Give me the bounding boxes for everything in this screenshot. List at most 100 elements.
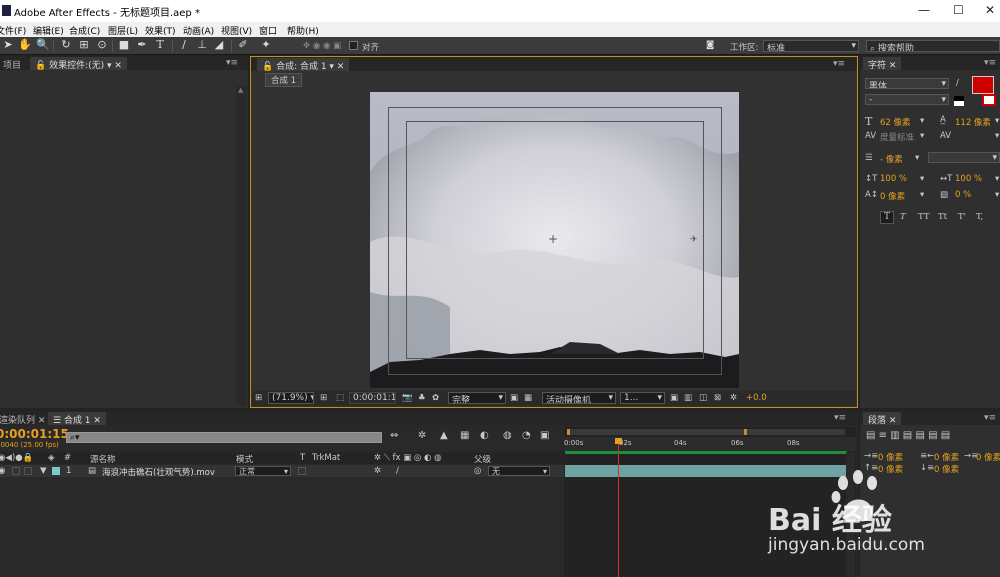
label-color-swatch[interactable]: [52, 467, 60, 475]
motion-blur-icon[interactable]: ◐: [480, 430, 489, 441]
panel-menu-icon[interactable]: ▾≡: [984, 413, 996, 423]
subscript-button[interactable]: T,: [976, 212, 983, 222]
timeline-timecode[interactable]: 0:00:01:15: [0, 427, 69, 441]
resolution-select[interactable]: 完整 ▾: [448, 392, 506, 404]
source-name-header[interactable]: 源名称: [90, 453, 116, 465]
shy-switch-icon[interactable]: ✲: [374, 466, 381, 476]
font-size-value[interactable]: 62 像素: [880, 116, 911, 128]
panel-menu-icon[interactable]: ▾≡: [226, 58, 238, 68]
menu-layer[interactable]: 图层(L): [108, 24, 138, 37]
exposure-value[interactable]: +0.0: [746, 393, 767, 403]
toggle-pixel-icon[interactable]: ▣: [670, 393, 678, 403]
leading-value[interactable]: 112 像素: [955, 116, 991, 128]
timeline-icon[interactable]: ◫: [699, 393, 707, 403]
stroke-order-select[interactable]: ▾: [928, 152, 1000, 163]
current-time-display[interactable]: 0:00:01:15: [349, 392, 396, 404]
transparency-grid-icon[interactable]: ▦: [524, 393, 532, 403]
superscript-button[interactable]: T': [958, 212, 966, 222]
layer-name[interactable]: 海浪冲击礁石(壮观气势).mov: [102, 466, 215, 478]
small-caps-button[interactable]: Tt: [938, 212, 947, 222]
comp-mini-flowchart-icon[interactable]: ⇔: [390, 430, 398, 441]
zoom-select[interactable]: (71.9%) ▾: [268, 392, 314, 404]
pan-behind-tool-icon[interactable]: ⊙: [96, 39, 108, 51]
parent-header[interactable]: 父级: [474, 453, 491, 465]
always-preview-icon[interactable]: ⊞: [255, 393, 262, 403]
graph-editor-icon[interactable]: ▣: [540, 430, 549, 441]
align-buttons-icons[interactable]: ▤ ≡ ▥ ▤ ▤ ▤ ▤: [866, 430, 950, 441]
tab-character[interactable]: 字符 ✕: [863, 57, 902, 71]
visibility-icon[interactable]: ◉: [0, 466, 5, 476]
brainstorm-icon[interactable]: ◍: [503, 430, 512, 441]
rotate-tool-icon[interactable]: ↻: [60, 39, 72, 51]
panel-menu-icon[interactable]: ▾≡: [834, 413, 846, 423]
twirl-icon[interactable]: ▼: [40, 466, 47, 476]
selection-tool-icon[interactable]: ➤: [2, 39, 14, 51]
channel-icon[interactable]: ✿: [432, 393, 439, 403]
baseline-shift-value[interactable]: 0 像素: [880, 190, 905, 202]
blend-mode-select[interactable]: 正常 ▾: [235, 466, 291, 476]
tab-render-queue[interactable]: 渲染队列 ✕: [0, 412, 50, 426]
brush-tool-icon[interactable]: ∕: [178, 39, 190, 51]
menu-window[interactable]: 窗口: [259, 24, 277, 37]
rectangle-tool-icon[interactable]: ■: [118, 39, 130, 51]
stroke-width-value[interactable]: - 像素: [880, 153, 903, 165]
vertical-scale-value[interactable]: 100 %: [880, 174, 907, 184]
tab-timeline-comp[interactable]: ☰ 合成 1 ✕: [48, 412, 106, 426]
mode-header[interactable]: 模式: [236, 453, 253, 465]
snapshot-icon[interactable]: 📷: [402, 393, 413, 403]
stroke-color-swatch[interactable]: [982, 94, 996, 106]
tab-effect-controls[interactable]: 🔓 效果控件:(无) ▾ ✕: [30, 57, 127, 71]
layer-search-input[interactable]: ⌕▾: [66, 432, 382, 443]
time-ruler[interactable]: 0:00s 02s 04s 06s 08s: [564, 437, 856, 451]
fill-color-swatch[interactable]: [972, 76, 994, 94]
faux-bold-button[interactable]: T: [880, 211, 894, 224]
auto-keyframe-icon[interactable]: ◔: [522, 430, 531, 441]
panel-menu-icon[interactable]: ▾≡: [984, 58, 996, 68]
tab-paragraph[interactable]: 段落 ✕: [863, 412, 902, 426]
work-area-navigator[interactable]: [567, 429, 845, 435]
hand-tool-icon[interactable]: ✋: [18, 39, 32, 51]
close-button[interactable]: ✕: [985, 3, 995, 17]
faux-italic-button[interactable]: T: [900, 212, 906, 222]
kerning-value[interactable]: 度量标准: [880, 131, 914, 143]
roto-brush-tool-icon[interactable]: ✐: [237, 39, 249, 51]
draft-3d-icon[interactable]: ✲: [418, 430, 426, 441]
exposure-icon[interactable]: ✲: [730, 393, 737, 403]
horizontal-scale-value[interactable]: 100 %: [955, 174, 982, 184]
default-colors-icon[interactable]: [954, 96, 964, 106]
views-select[interactable]: 1... ▾: [620, 392, 665, 404]
puppet-tool-icon[interactable]: ✦: [260, 39, 272, 51]
breadcrumb[interactable]: 合成 1: [265, 73, 303, 87]
quality-switch-icon[interactable]: ∕: [396, 466, 399, 476]
hide-shy-icon[interactable]: ▲: [440, 430, 448, 441]
all-caps-button[interactable]: TT: [918, 212, 930, 222]
snap-checkbox[interactable]: [349, 41, 358, 50]
menu-composition[interactable]: 合成(C): [69, 24, 100, 37]
tsume-value[interactable]: 0 %: [955, 190, 971, 200]
show-snapshot-icon[interactable]: ♣: [418, 393, 426, 403]
tab-composition[interactable]: 🔓 合成: 合成 1 ▾ ✕: [257, 58, 350, 72]
pen-tool-icon[interactable]: ✒: [136, 39, 148, 51]
scrollbar[interactable]: [236, 86, 247, 406]
font-style-select[interactable]: - ▾: [865, 94, 949, 105]
workspace-select[interactable]: 标准 ▾: [763, 40, 859, 52]
menu-animation[interactable]: 动画(A): [183, 24, 214, 37]
maximize-button[interactable]: ☐: [953, 3, 964, 17]
parent-select[interactable]: 无 ▾: [488, 466, 550, 476]
panel-menu-icon[interactable]: ▾≡: [833, 59, 845, 69]
tab-project[interactable]: 项目: [0, 57, 26, 71]
indent-right-value[interactable]: 0 像素: [934, 451, 959, 463]
minimize-button[interactable]: —: [918, 3, 930, 17]
menu-view[interactable]: 视图(V): [221, 24, 252, 37]
camera-select[interactable]: 活动摄像机 ▾: [542, 392, 616, 404]
menu-help[interactable]: 帮助(H): [287, 24, 319, 37]
zoom-tool-icon[interactable]: 🔍: [36, 39, 50, 51]
region-of-interest-icon[interactable]: ▣: [510, 393, 518, 403]
frame-blending-icon[interactable]: ▦: [460, 430, 469, 441]
mask-visibility-icon[interactable]: ⬚: [336, 393, 344, 403]
clone-stamp-tool-icon[interactable]: ⊥: [196, 39, 208, 51]
eyedropper-icon[interactable]: ∕: [956, 78, 959, 88]
help-search-input[interactable]: ⌕ 搜索帮助: [866, 40, 1000, 52]
menu-file[interactable]: 文件(F): [0, 24, 26, 37]
indent-first-value[interactable]: 0 像素: [976, 451, 1000, 463]
